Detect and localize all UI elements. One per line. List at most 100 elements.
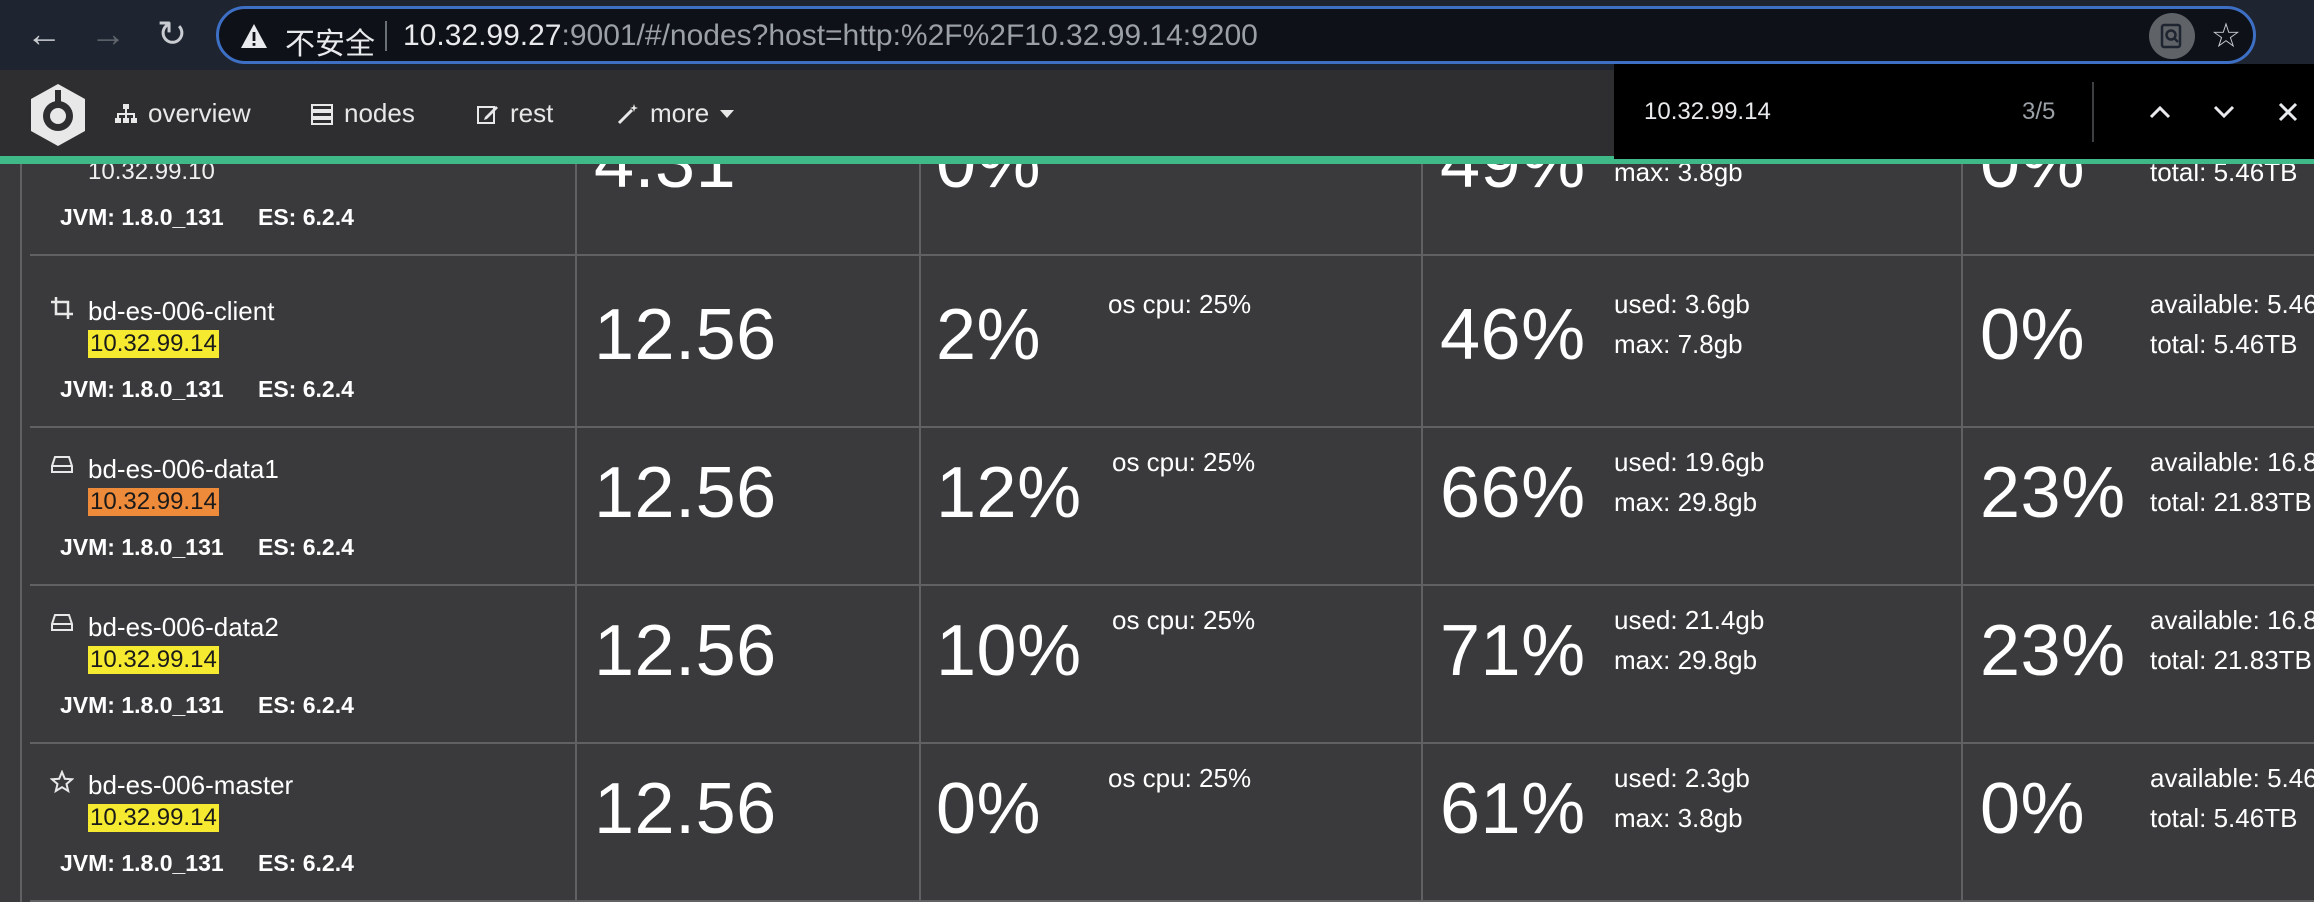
- jvm-version: JVM: 1.8.0_131: [60, 850, 224, 876]
- es-version: ES: 6.2.4: [258, 692, 354, 718]
- node-ip: 10.32.99.10: [88, 164, 215, 185]
- disk-percent: 23%: [1980, 453, 2126, 533]
- es-version: ES: 6.2.4: [258, 850, 354, 876]
- es-version: ES: 6.2.4: [258, 534, 354, 560]
- find-next-icon[interactable]: [2204, 92, 2244, 132]
- find-bar: 10.32.99.14 3/5: [1614, 64, 2314, 159]
- node-name[interactable]: bd-es-006-client: [88, 296, 274, 327]
- bookmark-star-icon[interactable]: ☆: [2205, 15, 2247, 57]
- heap-max: max: 7.8gb: [1614, 329, 1743, 359]
- table-row: bd-es-006-client 10.32.99.14 JVM: 1.8.0_13…: [30, 270, 2314, 428]
- node-ip: 10.32.99.14: [88, 488, 219, 516]
- table-row: bd-es-006-data1 10.32.99.14 JVM: 1.8.0_131…: [30, 428, 2314, 586]
- node-ip: 10.32.99.14: [88, 330, 219, 358]
- find-match-count: 3/5: [2022, 98, 2056, 125]
- load-value: 12.56: [594, 453, 777, 533]
- heap-percent: 46%: [1440, 295, 1586, 375]
- node-ip: 10.32.99.14: [88, 804, 219, 832]
- browser-toolbar: ← → ↻ 不安全 10.32.99.27:9001/#/nodes?host=…: [0, 0, 2314, 70]
- jvm-version: JVM: 1.8.0_131: [60, 204, 224, 230]
- jvm-version: JVM: 1.8.0_131: [60, 692, 224, 718]
- heap-percent: 61%: [1440, 769, 1586, 849]
- disk-total: total: 21.83TB: [2150, 645, 2312, 675]
- nav-more[interactable]: more: [616, 98, 735, 129]
- heap-used: used: 3.6gb: [1614, 289, 1750, 319]
- node-name[interactable]: bd-es-006-data1: [88, 454, 279, 485]
- column-divider: [919, 164, 921, 902]
- nav-rest-label: rest: [510, 98, 554, 128]
- cpu-value: 2%: [936, 295, 1042, 375]
- disk-percent: 23%: [1980, 611, 2126, 691]
- server-icon: [311, 103, 333, 125]
- load-value: 12.56: [594, 611, 777, 691]
- reload-icon[interactable]: ↻: [152, 13, 192, 54]
- os-cpu-value: os cpu: 25%: [1108, 289, 1252, 319]
- cpu-value: 10%: [936, 611, 1082, 691]
- heap-used: used: 2.3gb: [1614, 763, 1750, 793]
- es-version: ES: 6.2.4: [258, 204, 354, 230]
- disk-total: total: 5.46TB: [2150, 164, 2298, 187]
- disk-total: total: 5.46TB: [2150, 803, 2298, 833]
- load-value: 4.31: [594, 164, 736, 204]
- load-value: 12.56: [594, 295, 777, 375]
- edit-icon: [477, 105, 498, 124]
- heap-percent: 71%: [1440, 611, 1586, 691]
- heap-max: max: 29.8gb: [1614, 487, 1758, 517]
- hdd-icon: [50, 454, 74, 479]
- cerebro-logo[interactable]: [28, 82, 88, 148]
- find-in-page-icon[interactable]: [2149, 13, 2195, 59]
- os-cpu-value: os cpu: 25%: [1108, 763, 1252, 793]
- find-separator: [2092, 82, 2094, 142]
- jvm-version: JVM: 1.8.0_131: [60, 376, 224, 402]
- find-close-icon[interactable]: [2268, 92, 2308, 132]
- heap-max: max: 3.8gb: [1614, 164, 1743, 187]
- cpu-value: 0%: [936, 769, 1042, 849]
- caret-down-icon: [720, 109, 735, 118]
- find-previous-icon[interactable]: [2140, 92, 2180, 132]
- nav-more-label: more: [650, 98, 710, 128]
- table-row: bd-es-006-master 10.32.99.14 JVM: 1.8.0_13…: [30, 744, 2314, 902]
- os-cpu-value: os cpu: 25%: [1112, 605, 1256, 635]
- os-cpu-value: os cpu: 25%: [1112, 447, 1256, 477]
- disk-available: available: 5.46: [2150, 763, 2314, 793]
- star-icon: [49, 769, 75, 799]
- address-separator: [385, 21, 387, 51]
- cpu-value: 0%: [936, 164, 1041, 204]
- magic-wand-icon: [617, 103, 638, 124]
- table-row: bd-es-006-data2 10.32.99.14 JVM: 1.8.0_131…: [30, 586, 2314, 744]
- column-divider: [1421, 164, 1423, 902]
- disk-percent: 0%: [1980, 769, 2086, 849]
- disk-available: available: 16.8: [2150, 605, 2314, 635]
- load-value: 12.56: [594, 769, 777, 849]
- disk-percent: 0%: [1980, 164, 2085, 204]
- node-name[interactable]: bd-es-006-data2: [88, 612, 279, 643]
- url-host: 10.32.99.27: [403, 19, 562, 52]
- nav-rest[interactable]: rest: [476, 98, 553, 129]
- nav-overview-label: overview: [148, 98, 251, 128]
- disk-percent: 0%: [1980, 295, 2086, 375]
- nav-overview[interactable]: overview: [114, 98, 251, 129]
- node-name[interactable]: bd-es-006-master: [88, 770, 293, 801]
- forward-arrow-icon[interactable]: →: [88, 13, 128, 54]
- jvm-version: JVM: 1.8.0_131: [60, 534, 224, 560]
- url-text[interactable]: 10.32.99.27:9001/#/nodes?host=http:%2F%2…: [403, 19, 1258, 53]
- table-left-border: [20, 164, 22, 902]
- address-bar[interactable]: 不安全 10.32.99.27:9001/#/nodes?host=http:%…: [216, 6, 2256, 64]
- find-input[interactable]: 10.32.99.14: [1644, 98, 1771, 126]
- nodes-table: 10.32.99.10 JVM: 1.8.0_131 ES: 6.2.4 4.31 0%…: [30, 164, 2314, 902]
- back-arrow-icon[interactable]: ←: [24, 13, 64, 54]
- disk-total: total: 21.83TB: [2150, 487, 2312, 517]
- column-divider: [1961, 164, 1963, 902]
- disk-available: available: 16.8: [2150, 447, 2314, 477]
- heap-percent: 66%: [1440, 453, 1586, 533]
- insecure-label[interactable]: 不安全: [285, 19, 375, 63]
- table-row: 10.32.99.10 JVM: 1.8.0_131 ES: 6.2.4 4.31 0%…: [30, 164, 2314, 256]
- column-divider: [575, 164, 577, 902]
- heap-max: max: 29.8gb: [1614, 645, 1758, 675]
- crop-icon: [50, 296, 74, 325]
- cpu-value: 12%: [936, 453, 1082, 533]
- nav-nodes[interactable]: nodes: [310, 98, 415, 129]
- warning-icon[interactable]: [239, 21, 269, 51]
- nav-nodes-label: nodes: [344, 98, 415, 128]
- heap-used: used: 19.6gb: [1614, 447, 1765, 477]
